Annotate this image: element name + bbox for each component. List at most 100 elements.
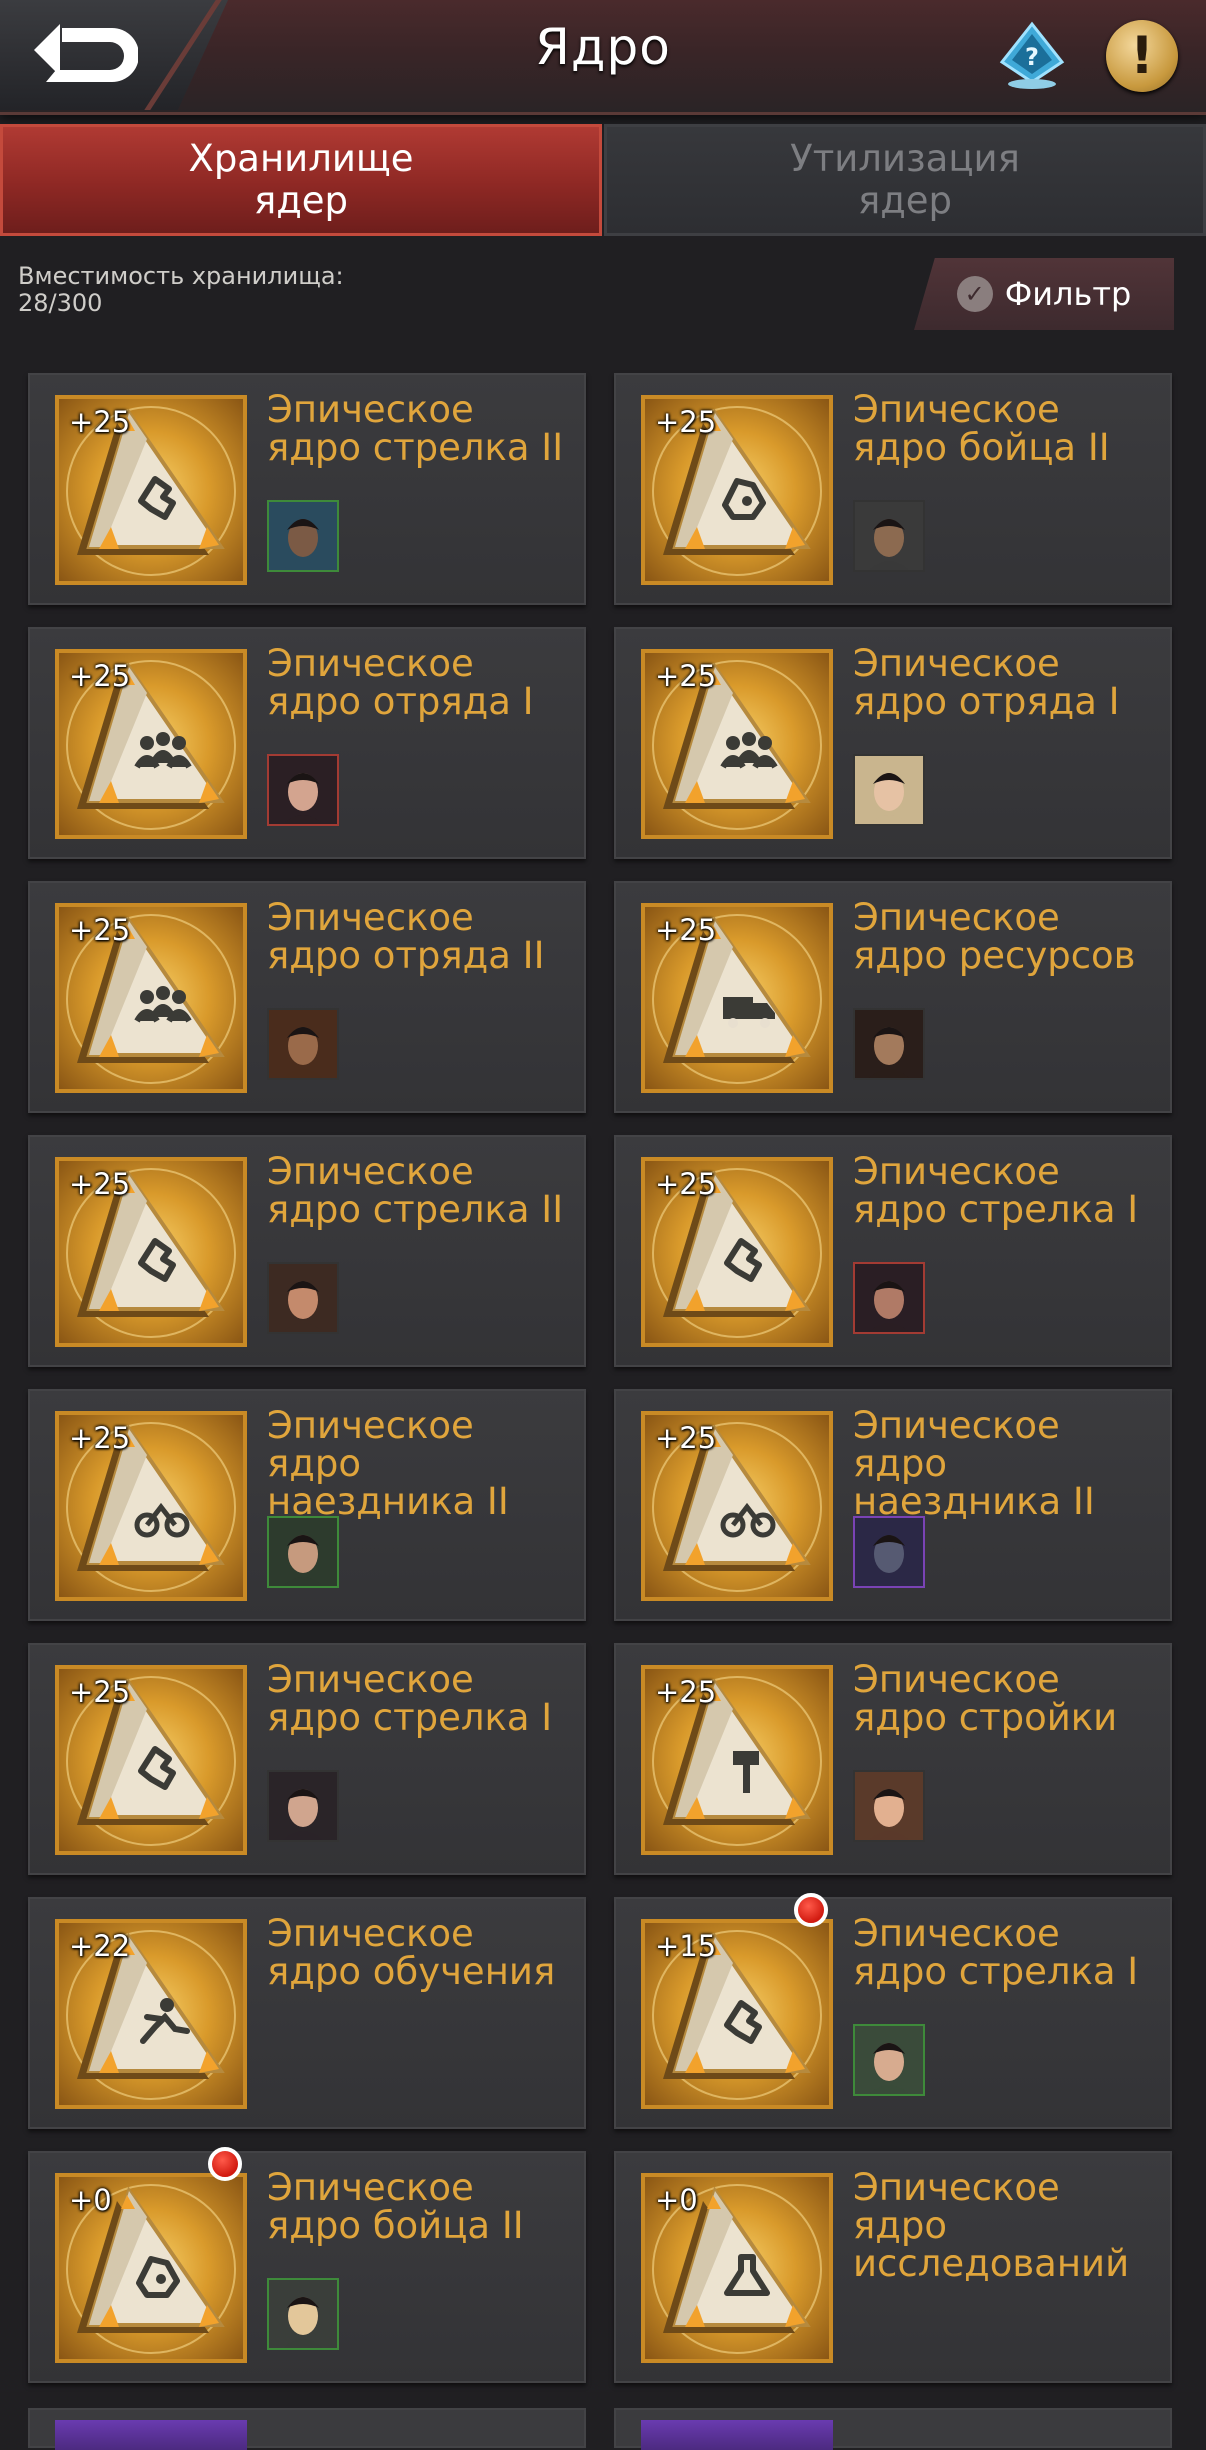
core-card[interactable]: +25 Эпическое ядро стройки: [614, 1643, 1172, 1875]
core-icon-frame: +25: [55, 1411, 247, 1601]
svg-text:?: ?: [1025, 43, 1039, 71]
core-name: Эпическое ядро отряда II: [267, 896, 545, 977]
core-level: +25: [655, 1421, 717, 1455]
core-icon-frame: +22: [55, 1919, 247, 2109]
core-name: Эпическое ядро отряда I: [267, 642, 534, 723]
core-icon-frame: +25: [55, 1157, 247, 1347]
core-card[interactable]: +15 Эпическое ядро стрелка I: [614, 1893, 1172, 2129]
storage-capacity-label: Вместимость хранилища:: [18, 262, 344, 290]
equipped-hero-avatar[interactable]: [853, 754, 925, 826]
hero-portrait-icon: [269, 502, 337, 570]
equipped-hero-avatar[interactable]: [267, 1770, 339, 1842]
equipped-hero-avatar[interactable]: [267, 1008, 339, 1080]
hero-portrait-icon: [855, 2026, 923, 2094]
hero-portrait-icon: [855, 502, 923, 570]
core-card[interactable]: +25 Эпическое ядро стрелка II: [28, 373, 586, 605]
core-frame-partial: [641, 2420, 833, 2450]
core-card[interactable]: +0 Эпическое ядро исследований: [614, 2151, 1172, 2383]
core-icon-frame: +15: [641, 1919, 833, 2109]
core-icon-frame: +25: [55, 1665, 247, 1855]
core-card[interactable]: +25 Эпическое ядро бойца II: [614, 373, 1172, 605]
core-card[interactable]: +22 Эпическое ядро обучения: [28, 1897, 586, 2129]
equipped-hero-avatar[interactable]: [853, 1008, 925, 1080]
core-card[interactable]: +25 Эпическое ядро отряда I: [28, 627, 586, 859]
notification-dot: [208, 2147, 242, 2181]
core-name: Эпическое ядро наездника II: [853, 1404, 1095, 1523]
core-level: +0: [69, 2183, 112, 2217]
core-name: Эпическое ядро отряда I: [853, 642, 1120, 723]
core-level: +25: [69, 405, 131, 439]
help-button[interactable]: ?: [996, 20, 1068, 92]
equipped-hero-avatar[interactable]: [853, 1516, 925, 1588]
core-level: +25: [69, 913, 131, 947]
core-name: Эпическое ядро стрелка II: [267, 1150, 564, 1231]
equipped-hero-avatar[interactable]: [267, 2278, 339, 2350]
storage-capacity: Вместимость хранилища: 28/300: [18, 263, 344, 317]
hero-portrait-icon: [269, 1518, 337, 1586]
equipped-hero-avatar[interactable]: [267, 1262, 339, 1334]
core-icon-frame: +25: [641, 1411, 833, 1601]
notification-dot: [794, 1893, 828, 1927]
top-bar: Ядро ? !: [0, 0, 1206, 115]
core-name: Эпическое ядро бойца II: [267, 2166, 524, 2247]
core-card[interactable]: +25 Эпическое ядро отряда I: [614, 627, 1172, 859]
info-button[interactable]: !: [1106, 20, 1178, 92]
core-icon-frame: +25: [55, 903, 247, 1093]
equipped-hero-avatar[interactable]: [267, 754, 339, 826]
core-card[interactable]: +25 Эпическое ядро ресурсов: [614, 881, 1172, 1113]
filter-button[interactable]: ✓ Фильтр: [914, 258, 1174, 330]
core-icon-frame: +25: [641, 1665, 833, 1855]
hero-portrait-icon: [855, 756, 923, 824]
core-icon-frame: +25: [55, 649, 247, 839]
tab-core-storage[interactable]: Хранилище ядер: [0, 124, 602, 236]
core-level: +25: [655, 1675, 717, 1709]
storage-capacity-value: 28/300: [18, 289, 103, 317]
core-level: +25: [655, 1167, 717, 1201]
hero-portrait-icon: [269, 1010, 337, 1078]
core-name: Эпическое ядро бойца II: [853, 388, 1110, 469]
hero-portrait-icon: [855, 1518, 923, 1586]
equipped-hero-avatar[interactable]: [853, 1770, 925, 1842]
equipped-hero-avatar[interactable]: [853, 500, 925, 572]
hero-portrait-icon: [269, 2280, 337, 2348]
equipped-hero-avatar[interactable]: [853, 2024, 925, 2096]
core-name: Эпическое ядро стрелка I: [853, 1150, 1139, 1231]
core-name: Эпическое ядро наездника II: [267, 1404, 509, 1523]
hero-portrait-icon: [269, 1772, 337, 1840]
filter-label: Фильтр: [1004, 275, 1132, 313]
core-name: Эпическое ядро ресурсов: [853, 896, 1136, 977]
core-card[interactable]: +25 Эпическое ядро наездника II: [614, 1389, 1172, 1621]
core-card-partial[interactable]: [614, 2408, 1172, 2450]
core-card[interactable]: +25 Эпическое ядро наездника II: [28, 1389, 586, 1621]
core-level: +0: [655, 2183, 698, 2217]
equipped-hero-avatar[interactable]: [267, 500, 339, 572]
core-level: +15: [655, 1929, 717, 1963]
core-name: Эпическое ядро стройки: [853, 1658, 1118, 1739]
tab-core-storage-label: Хранилище ядер: [188, 137, 414, 222]
hero-portrait-icon: [269, 1264, 337, 1332]
hero-portrait-icon: [855, 1264, 923, 1332]
core-level: +25: [655, 913, 717, 947]
core-level: +25: [655, 659, 717, 693]
core-card[interactable]: +25 Эпическое ядро стрелка I: [28, 1643, 586, 1875]
checkmark-icon: ✓: [956, 276, 993, 312]
equipped-hero-avatar[interactable]: [267, 1516, 339, 1588]
core-card-partial[interactable]: [28, 2408, 586, 2450]
core-icon-frame: +25: [641, 1157, 833, 1347]
hero-portrait-icon: [855, 1772, 923, 1840]
tab-core-recycling[interactable]: Утилизация ядер: [604, 124, 1206, 236]
core-icon-frame: +25: [55, 395, 247, 585]
core-icon-frame: +25: [641, 649, 833, 839]
core-icon-frame: +25: [641, 395, 833, 585]
core-frame-partial: [55, 2420, 247, 2450]
core-card[interactable]: +25 Эпическое ядро отряда II: [28, 881, 586, 1113]
core-card[interactable]: +0 Эпическое ядро бойца II: [28, 2147, 586, 2383]
core-level: +22: [69, 1929, 131, 1963]
question-hologram-icon: ?: [999, 21, 1065, 89]
core-icon-frame: +25: [641, 903, 833, 1093]
core-card[interactable]: +25 Эпическое ядро стрелка I: [614, 1135, 1172, 1367]
core-icon-frame: +0: [55, 2173, 247, 2363]
core-card[interactable]: +25 Эпическое ядро стрелка II: [28, 1135, 586, 1367]
hero-portrait-icon: [855, 1010, 923, 1078]
equipped-hero-avatar[interactable]: [853, 1262, 925, 1334]
